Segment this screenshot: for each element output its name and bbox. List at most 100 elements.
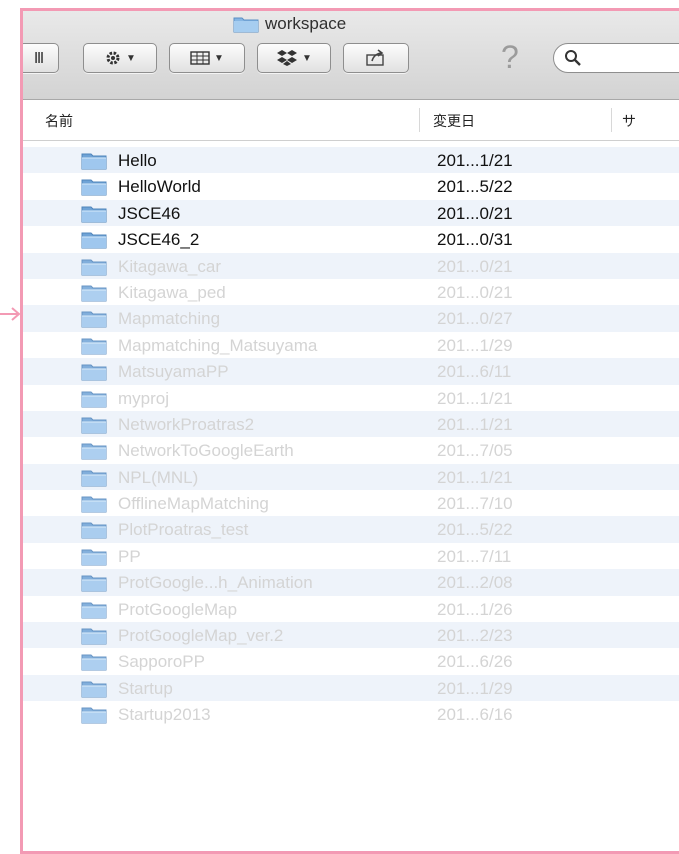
file-name: ProtGoogleMap [118, 599, 238, 619]
folder-icon [81, 417, 107, 434]
file-date: 201...1/21 [437, 467, 513, 487]
list-item[interactable]: MatsuyamaPP 201...6/11 [23, 358, 679, 385]
column-header-name[interactable]: 名前 [45, 111, 73, 131]
folder-icon [81, 602, 107, 619]
help-icon[interactable]: ? [501, 39, 519, 76]
file-date: 201...6/11 [437, 362, 512, 382]
window-title: workspace [233, 13, 346, 35]
folder-icon [81, 522, 107, 539]
file-name: SapporoPP [118, 652, 205, 672]
chevron-down-icon: ▼ [214, 52, 224, 64]
list-item[interactable]: JSCE46 201...0/21 [23, 199, 679, 227]
annotation-arrow-icon [0, 307, 21, 321]
list-item[interactable]: Startup 201...1/29 [23, 674, 679, 702]
file-date: 201...1/29 [437, 678, 513, 698]
folder-icon [81, 285, 107, 302]
column-header-date[interactable]: 変更日 [433, 111, 475, 131]
chevron-down-icon: ▼ [302, 52, 312, 64]
file-date: 201...5/22 [437, 177, 513, 197]
list-item[interactable]: HelloWorld 201...5/22 [23, 173, 679, 199]
folder-icon [81, 311, 107, 328]
folder-icon [81, 496, 107, 513]
window-title-text: workspace [265, 14, 347, 33]
folder-icon [81, 391, 107, 408]
folder-icon [81, 206, 107, 223]
list-item[interactable]: ProtGoogleMap 201...1/26 [23, 596, 679, 622]
file-name: NetworkProatras2 [118, 414, 255, 434]
list-item[interactable]: NetworkProatras2 201...1/21 [23, 410, 679, 438]
file-name: HelloWorld [118, 177, 201, 197]
list-item[interactable]: myproj 201...1/21 [23, 385, 679, 411]
folder-icon [81, 179, 107, 196]
folder-icon [81, 259, 107, 276]
magnifier-icon [565, 50, 581, 66]
file-name: NPL(MNL) [118, 467, 199, 487]
file-date: 201...1/29 [437, 335, 513, 355]
file-name: PP [118, 546, 141, 566]
dropbox-icon [277, 50, 298, 66]
list-item[interactable]: Hello 201...1/21 [23, 147, 679, 174]
list-item[interactable]: Mapmatching 201...0/27 [23, 305, 679, 332]
share-icon [366, 49, 384, 66]
toolbar: workspace Ⅲ ▼ ▼ ▼ ? [23, 11, 679, 100]
file-date: 201...1/21 [437, 151, 513, 170]
column-view-icon: Ⅲ [33, 50, 45, 67]
finder-window: workspace Ⅲ ▼ ▼ ▼ ? 名前 変更日 サ Hello 201..… [23, 11, 679, 846]
file-name: Mapmatching_Matsuyama [118, 335, 318, 355]
list-item[interactable]: Kitagawa_ped 201...0/21 [23, 279, 679, 305]
file-date: 201...0/21 [437, 282, 513, 302]
folder-icon [81, 707, 107, 724]
folder-icon [81, 628, 107, 645]
list-item[interactable]: PlotProatras_test 201...5/22 [23, 516, 679, 543]
list-item[interactable]: ProtGoogleMap_ver.2 201...2/23 [23, 622, 679, 649]
file-name: Startup [118, 678, 173, 698]
file-date: 201...7/11 [437, 546, 512, 566]
file-date: 201...7/05 [437, 441, 513, 461]
folder-icon [81, 549, 107, 566]
file-name: JSCE46 [118, 203, 181, 223]
list-item[interactable]: JSCE46_2 201...0/31 [23, 226, 679, 252]
column-header-size[interactable]: サ [622, 111, 636, 131]
view-column-button[interactable]: Ⅲ [23, 43, 59, 73]
list-item[interactable]: ProtGoogle...h_Animation 201...2/08 [23, 569, 679, 596]
gear-icon [106, 51, 120, 65]
folder-icon [81, 153, 107, 170]
file-name: Mapmatching [118, 309, 221, 329]
file-name: PlotProatras_test [118, 520, 249, 540]
file-date: 201...6/26 [437, 652, 513, 672]
file-date: 201...1/26 [437, 599, 513, 619]
folder-icon [233, 17, 259, 33]
file-date: 201...1/21 [437, 414, 513, 434]
arrange-menu-button[interactable]: ▼ [169, 43, 245, 73]
dropbox-menu-button[interactable]: ▼ [257, 43, 331, 73]
search-field[interactable] [553, 43, 679, 73]
grid-icon [190, 51, 210, 65]
folder-icon [81, 470, 107, 487]
column-header: 名前 変更日 サ [23, 100, 679, 141]
list-item[interactable]: NetworkToGoogleEarth 201...7/05 [23, 437, 679, 463]
chevron-down-icon: ▼ [126, 52, 136, 64]
file-date: 201...2/23 [437, 626, 513, 646]
action-menu-button[interactable]: ▼ [83, 43, 157, 73]
folder-icon [81, 575, 107, 592]
file-date: 201...7/10 [437, 494, 513, 514]
folder-icon [81, 338, 107, 355]
column-divider[interactable] [419, 108, 420, 132]
file-name: Startup2013 [118, 705, 211, 725]
list-item[interactable]: SapporoPP 201...6/26 [23, 648, 679, 674]
file-date: 201...5/22 [437, 520, 513, 540]
folder-icon [81, 443, 107, 460]
list-item[interactable]: Mapmatching_Matsuyama 201...1/29 [23, 332, 679, 358]
list-item[interactable]: Kitagawa_car 201...0/21 [23, 252, 679, 279]
file-name: MatsuyamaPP [118, 362, 229, 382]
list-item[interactable]: PP 201...7/11 [23, 543, 679, 569]
folder-icon [81, 654, 107, 671]
share-button[interactable] [343, 43, 409, 73]
column-divider[interactable] [611, 108, 612, 132]
file-date: 201...1/21 [437, 388, 513, 408]
file-name: Hello [118, 151, 157, 170]
file-date: 201...0/27 [437, 309, 513, 329]
list-item[interactable]: NPL(MNL) 201...1/21 [23, 463, 679, 491]
list-item[interactable]: Startup2013 201...6/16 [23, 701, 679, 727]
list-item[interactable]: OfflineMapMatching 201...7/10 [23, 490, 679, 516]
